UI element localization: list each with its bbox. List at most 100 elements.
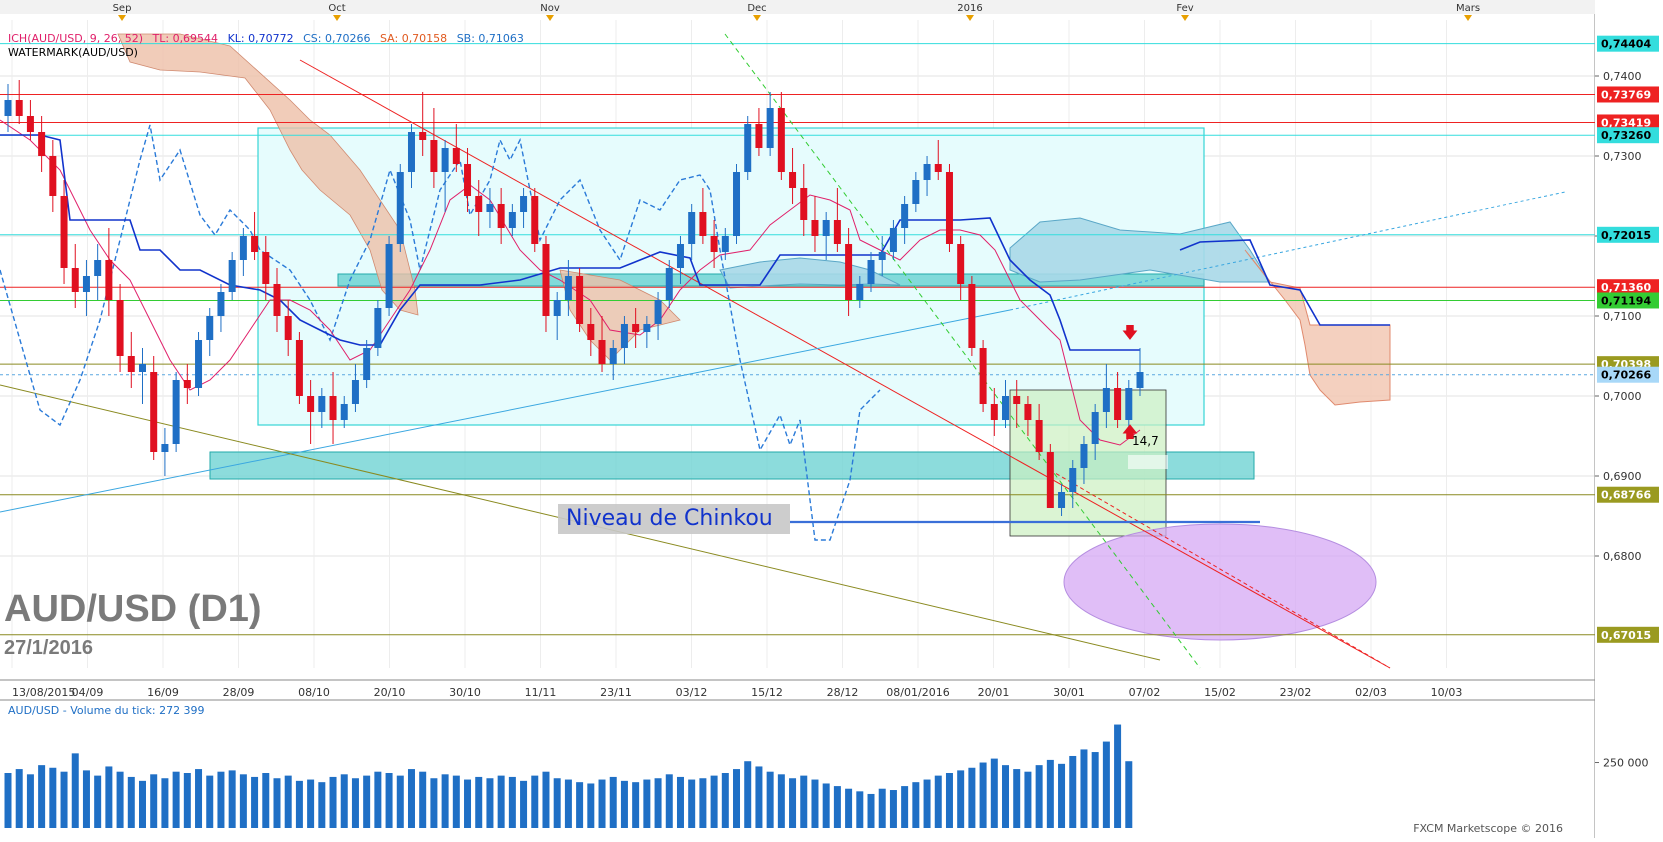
candle — [777, 108, 785, 172]
candle — [318, 396, 326, 412]
candle — [710, 236, 718, 252]
candle — [1024, 404, 1032, 420]
candle — [845, 244, 853, 300]
month-label: Oct — [328, 3, 345, 14]
x-tick-label: 03/12 — [676, 686, 708, 699]
candle — [923, 164, 931, 180]
candle — [564, 276, 572, 300]
volume-bar — [777, 774, 785, 828]
candle — [374, 308, 382, 348]
candle — [620, 324, 628, 348]
volume-bar — [172, 771, 180, 828]
x-tick-label: 23/11 — [600, 686, 632, 699]
volume-bar — [889, 790, 897, 828]
candle — [172, 380, 180, 444]
volume-bar — [643, 779, 651, 828]
x-tick-label: 08/10 — [298, 686, 330, 699]
candle — [901, 204, 909, 228]
candle — [990, 404, 998, 420]
volume-bar — [407, 769, 415, 828]
candle — [1058, 492, 1066, 508]
x-tick-label: 20/10 — [374, 686, 406, 699]
candle — [654, 300, 662, 324]
candle — [475, 196, 483, 212]
candle — [82, 276, 90, 292]
watermark-legend: WATERMARK(AUD/USD) — [8, 46, 138, 59]
volume-bar — [1058, 763, 1066, 828]
candle — [464, 164, 472, 196]
volume-bar — [1035, 765, 1043, 828]
candle — [609, 348, 617, 364]
volume-bar — [15, 769, 23, 828]
candle — [1102, 388, 1110, 412]
candle — [1091, 412, 1099, 444]
volume-bar — [576, 782, 584, 828]
legend-sb: SB: 0,71063 — [456, 32, 524, 45]
candle — [811, 220, 819, 236]
candle — [856, 284, 864, 300]
volume-bar — [811, 779, 819, 828]
candle — [273, 284, 281, 316]
volume-bar — [195, 769, 203, 828]
candle — [721, 236, 729, 252]
level-label: 0,73769 — [1601, 88, 1651, 101]
month-label: Sep — [113, 3, 132, 14]
volume-bar — [587, 783, 595, 828]
volume-bar — [441, 774, 449, 828]
volume-bar — [82, 770, 90, 828]
volume-bar — [430, 778, 438, 828]
x-tick-label: 02/03 — [1355, 686, 1387, 699]
price-chart[interactable]: Sep Oct Nov Dec 2016 Fev Mars 🡇 🡅 0,7400… — [0, 0, 1663, 838]
volume-bar — [710, 775, 718, 828]
candle — [867, 260, 875, 284]
volume-bar — [878, 788, 886, 828]
candle — [531, 196, 539, 244]
level-label: 0,71194 — [1601, 294, 1651, 307]
candle — [889, 228, 897, 252]
candle — [576, 276, 584, 324]
x-tick-label: 10/03 — [1431, 686, 1463, 699]
candle — [1002, 396, 1010, 420]
y-tick-label: 0,7400 — [1603, 70, 1642, 83]
volume-bar — [632, 782, 640, 828]
level-label: 0,70266 — [1601, 369, 1651, 382]
volume-bar — [901, 786, 909, 828]
candle — [441, 148, 449, 172]
candle — [497, 204, 505, 228]
volume-bar — [150, 774, 158, 828]
chinkou-annotation: Niveau de Chinkou — [566, 506, 773, 531]
volume-bar — [217, 771, 225, 828]
volume-bar — [486, 778, 494, 828]
volume-bar — [688, 779, 696, 828]
volume-bar — [38, 765, 46, 828]
candle — [295, 340, 303, 396]
volume-bar — [744, 761, 752, 828]
volume-bar — [340, 774, 348, 828]
volume-bar — [553, 778, 561, 828]
x-tick-label: 16/09 — [147, 686, 179, 699]
volume-bar — [1091, 752, 1099, 828]
candle — [1069, 468, 1077, 492]
candle — [116, 300, 124, 356]
candle — [60, 196, 68, 268]
x-tick-label: 28/09 — [223, 686, 255, 699]
candle — [4, 100, 12, 116]
volume-bar — [676, 776, 684, 828]
candle — [217, 292, 225, 316]
volume-bar — [251, 776, 259, 828]
candle — [744, 124, 752, 172]
volume-bar — [419, 771, 427, 828]
volume-bar — [138, 780, 146, 828]
month-label: Dec — [747, 3, 766, 14]
candle — [800, 188, 808, 220]
candle — [71, 268, 79, 292]
candle — [419, 132, 427, 140]
volume-bar — [1046, 759, 1054, 828]
y-tick-label: 0,7000 — [1603, 390, 1642, 403]
volume-bar — [856, 791, 864, 828]
x-tick-label: 15/02 — [1204, 686, 1236, 699]
month-label: Mars — [1456, 3, 1480, 14]
candle — [228, 260, 236, 292]
candle — [15, 100, 23, 116]
volume-bar — [26, 774, 34, 828]
